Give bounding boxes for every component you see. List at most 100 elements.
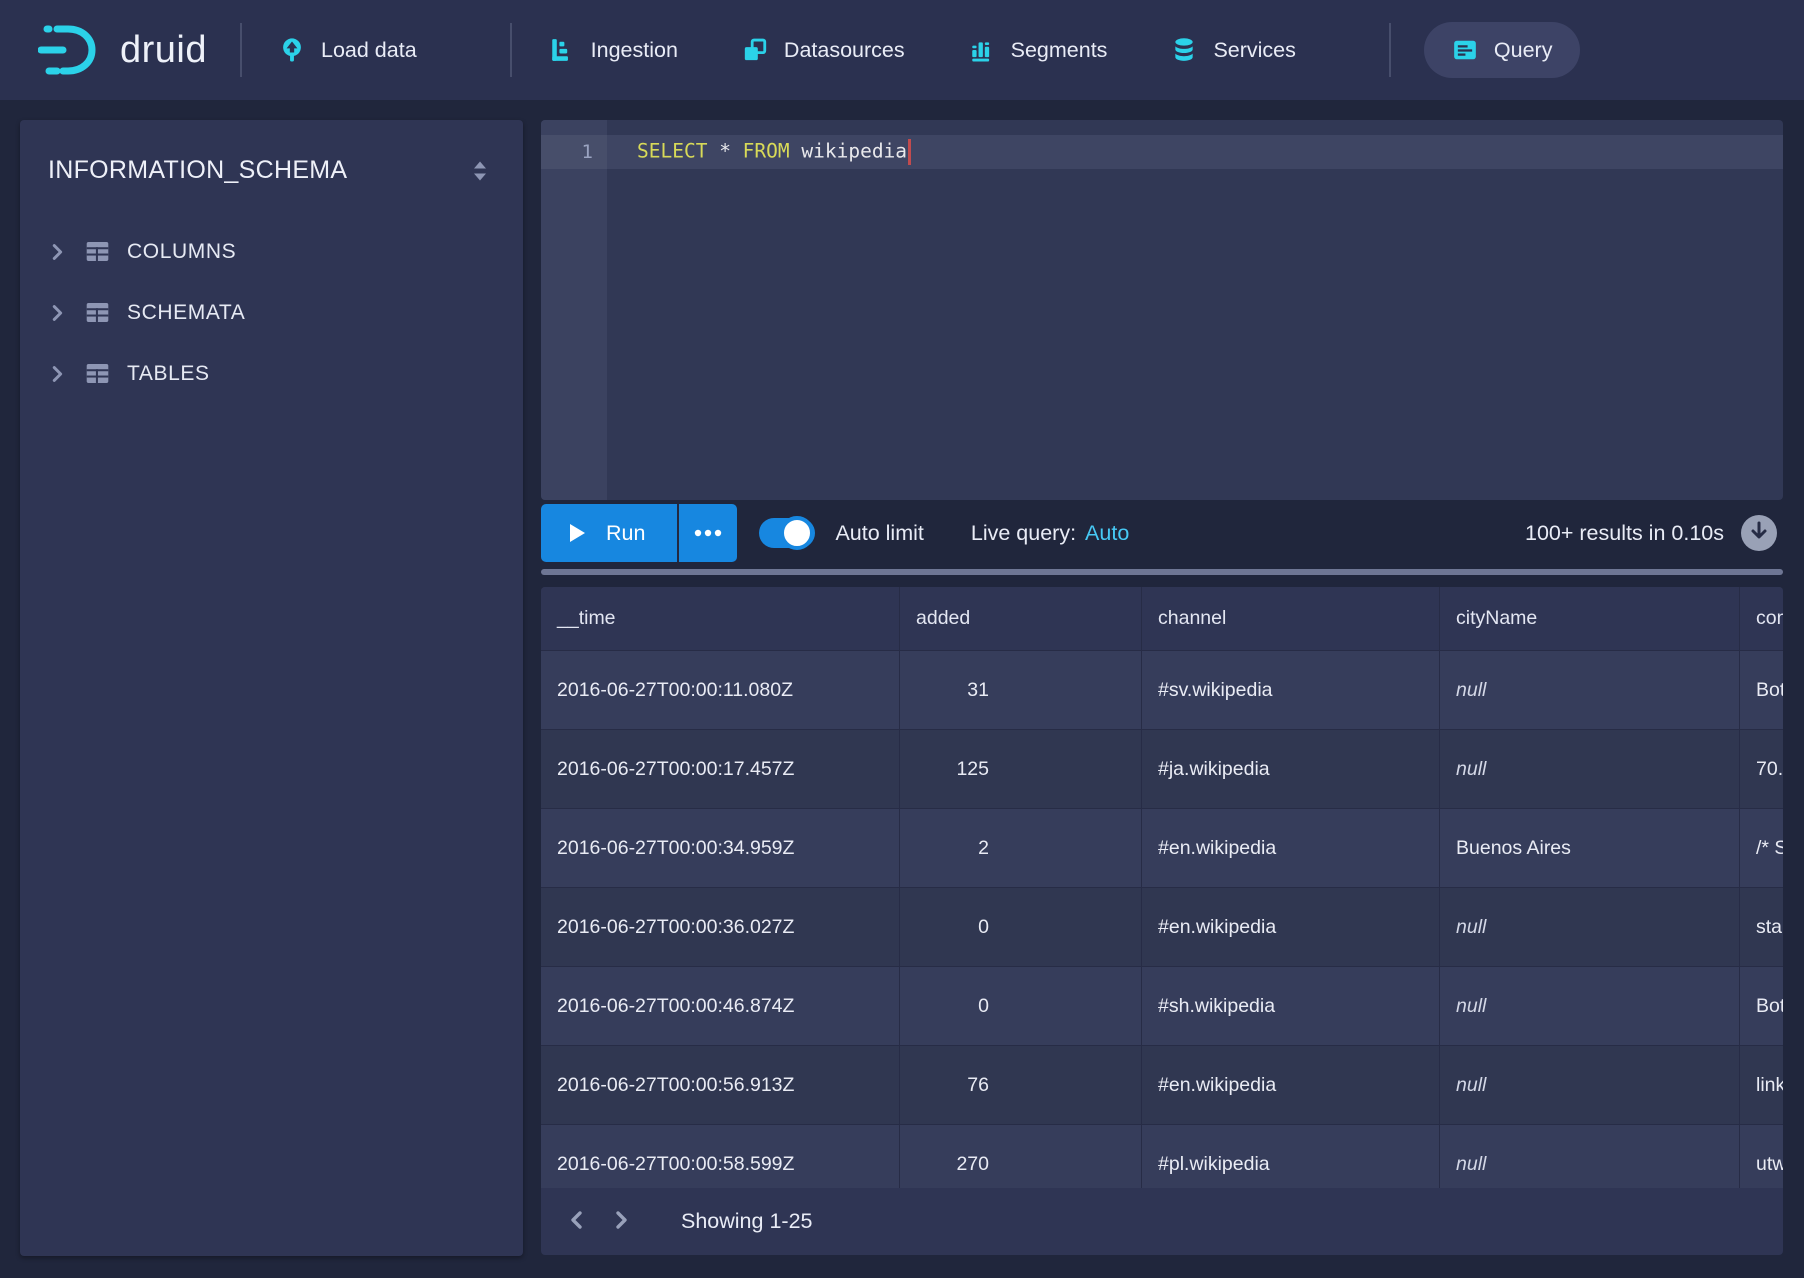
horizontal-scrollbar[interactable]	[541, 569, 1783, 575]
toggle-knob	[780, 516, 814, 550]
cell-cityName: Buenos Aires	[1440, 809, 1740, 888]
play-icon	[569, 523, 586, 543]
cell-value: null	[1456, 1153, 1486, 1176]
sql-query-text[interactable]: SELECT * FROM wikipedia	[607, 139, 911, 165]
column-header-time[interactable]: __time	[541, 587, 900, 651]
cell-added: 0	[900, 888, 1142, 967]
sidebar-item-label: COLUMNS	[127, 240, 236, 264]
cell-time: 2016-06-27T00:00:58.599Z	[541, 1125, 900, 1188]
cell-cityName: null	[1440, 651, 1740, 730]
cell-cityName: null	[1440, 967, 1740, 1046]
double-caret-icon[interactable]	[467, 158, 493, 184]
schema-panel: INFORMATION_SCHEMA COLUMNS SCHEMATA TABL…	[20, 120, 523, 1256]
cell-value: 2016-06-27T00:00:11.080Z	[557, 679, 793, 702]
sql-token: *	[719, 140, 742, 163]
nav-item-ingestion[interactable]: Ingestion	[545, 22, 682, 78]
auto-limit-label: Auto limit	[835, 521, 923, 546]
table-row: 2016-06-27T00:00:17.457Z 125#ja.wikipedia…	[541, 730, 1783, 809]
cell-value: Buenos Aires	[1456, 837, 1571, 860]
cell-value: 2016-06-27T00:00:56.913Z	[557, 1074, 794, 1097]
cell-value: null	[1456, 995, 1486, 1018]
cell-channel: #ja.wikipedia	[1142, 730, 1440, 809]
column-header-added[interactable]: added	[900, 587, 1142, 651]
live-query-value[interactable]: Auto	[1085, 521, 1129, 546]
cell-comment: /* S	[1740, 809, 1783, 888]
previous-page-button[interactable]	[555, 1200, 599, 1244]
sidebar-item-tables[interactable]: TABLES	[20, 343, 523, 404]
cell-value: null	[1456, 916, 1486, 939]
column-header-channel[interactable]: channel	[1142, 587, 1440, 651]
cell-value: 2	[916, 837, 989, 860]
cell-cityName: null	[1440, 730, 1740, 809]
next-page-button[interactable]	[599, 1200, 643, 1244]
cell-value: utw	[1756, 1153, 1783, 1176]
cell-value: 0	[916, 995, 989, 1018]
druid-logo-icon	[38, 22, 104, 78]
nav-item-segments[interactable]: Segments	[965, 22, 1112, 78]
cell-channel: #sv.wikipedia	[1142, 651, 1440, 730]
sidebar-item-columns[interactable]: COLUMNS	[20, 221, 523, 282]
cell-value: #sh.wikipedia	[1158, 995, 1275, 1018]
nav-item-load-data[interactable]: Load data	[275, 22, 421, 78]
top-navbar: druid Load data Ingestion Datasources Se…	[0, 0, 1804, 100]
nav-item-label: Segments	[1011, 38, 1108, 63]
cell-value: 70.	[1756, 758, 1783, 781]
download-icon	[1748, 521, 1770, 546]
table-row: 2016-06-27T00:00:34.959Z2#en.wikipediaBu…	[541, 809, 1783, 888]
sidebar-item-schemata[interactable]: SCHEMATA	[20, 282, 523, 343]
cell-value: 2016-06-27T00:00:58.599Z	[557, 1153, 794, 1176]
nav-divider	[1389, 23, 1391, 77]
nav-item-datasources[interactable]: Datasources	[738, 22, 909, 78]
cell-value: #en.wikipedia	[1158, 916, 1276, 939]
sql-token: wikipedia	[801, 140, 907, 163]
cell-time: 2016-06-27T00:00:36.027Z	[541, 888, 900, 967]
column-header-comment[interactable]: comment	[1740, 587, 1783, 651]
schema-header: INFORMATION_SCHEMA	[20, 120, 523, 195]
cell-value: 2016-06-27T00:00:46.874Z	[557, 995, 794, 1018]
chevron-right-icon	[609, 1208, 633, 1235]
results-summary: 100+ results in 0.10s	[1525, 521, 1724, 546]
query-editor[interactable]: 1 SELECT * FROM wikipedia	[541, 120, 1783, 500]
cell-comment: link	[1740, 1046, 1783, 1125]
schema-title: INFORMATION_SCHEMA	[48, 156, 347, 185]
nav-items: Load data Ingestion Datasources Segments…	[275, 0, 1580, 100]
nav-item-label: Datasources	[784, 38, 905, 63]
results-table: __timeaddedchannelcityNamecomment 2016-06…	[541, 587, 1783, 1188]
cell-channel: #pl.wikipedia	[1142, 1125, 1440, 1188]
cell-value: 2016-06-27T00:00:34.959Z	[557, 837, 794, 860]
sidebar-item-label: TABLES	[127, 362, 210, 386]
text-cursor	[908, 139, 911, 165]
cell-value: null	[1456, 758, 1486, 781]
column-header-cityName[interactable]: cityName	[1440, 587, 1740, 651]
nav-item-services[interactable]: Services	[1167, 22, 1299, 78]
cell-value: null	[1456, 679, 1486, 702]
live-query-label: Live query:	[971, 521, 1076, 546]
run-button-label: Run	[606, 521, 645, 546]
cell-time: 2016-06-27T00:00:11.080Z	[541, 651, 900, 730]
cell-value: /* S	[1756, 837, 1783, 860]
download-button[interactable]	[1741, 515, 1777, 551]
sidebar-item-label: SCHEMATA	[127, 301, 245, 325]
auto-limit-toggle[interactable]	[759, 518, 815, 548]
chevron-right-icon	[46, 241, 68, 263]
chevron-right-icon	[46, 363, 68, 385]
more-options-button[interactable]	[677, 504, 737, 562]
chevron-right-icon	[46, 302, 68, 324]
nav-item-label: Load data	[321, 38, 417, 63]
table-icon	[84, 299, 111, 326]
showing-label: Showing 1-25	[681, 1209, 812, 1234]
cell-time: 2016-06-27T00:00:56.913Z	[541, 1046, 900, 1125]
cell-comment: 70.	[1740, 730, 1783, 809]
nav-item-query[interactable]: Query	[1424, 22, 1581, 78]
brand[interactable]: druid	[38, 22, 207, 78]
cell-value: 0	[916, 916, 989, 939]
nav-divider	[240, 23, 242, 77]
cell-value: 2016-06-27T00:00:17.457Z	[557, 758, 794, 781]
nav-item-label: Ingestion	[591, 38, 678, 63]
run-button[interactable]: Run	[541, 504, 677, 562]
cell-added: 0	[900, 967, 1142, 1046]
cell-comment: Bot	[1740, 967, 1783, 1046]
chevron-left-icon	[565, 1208, 589, 1235]
cell-added: 125	[900, 730, 1142, 809]
cell-cityName: null	[1440, 1125, 1740, 1188]
